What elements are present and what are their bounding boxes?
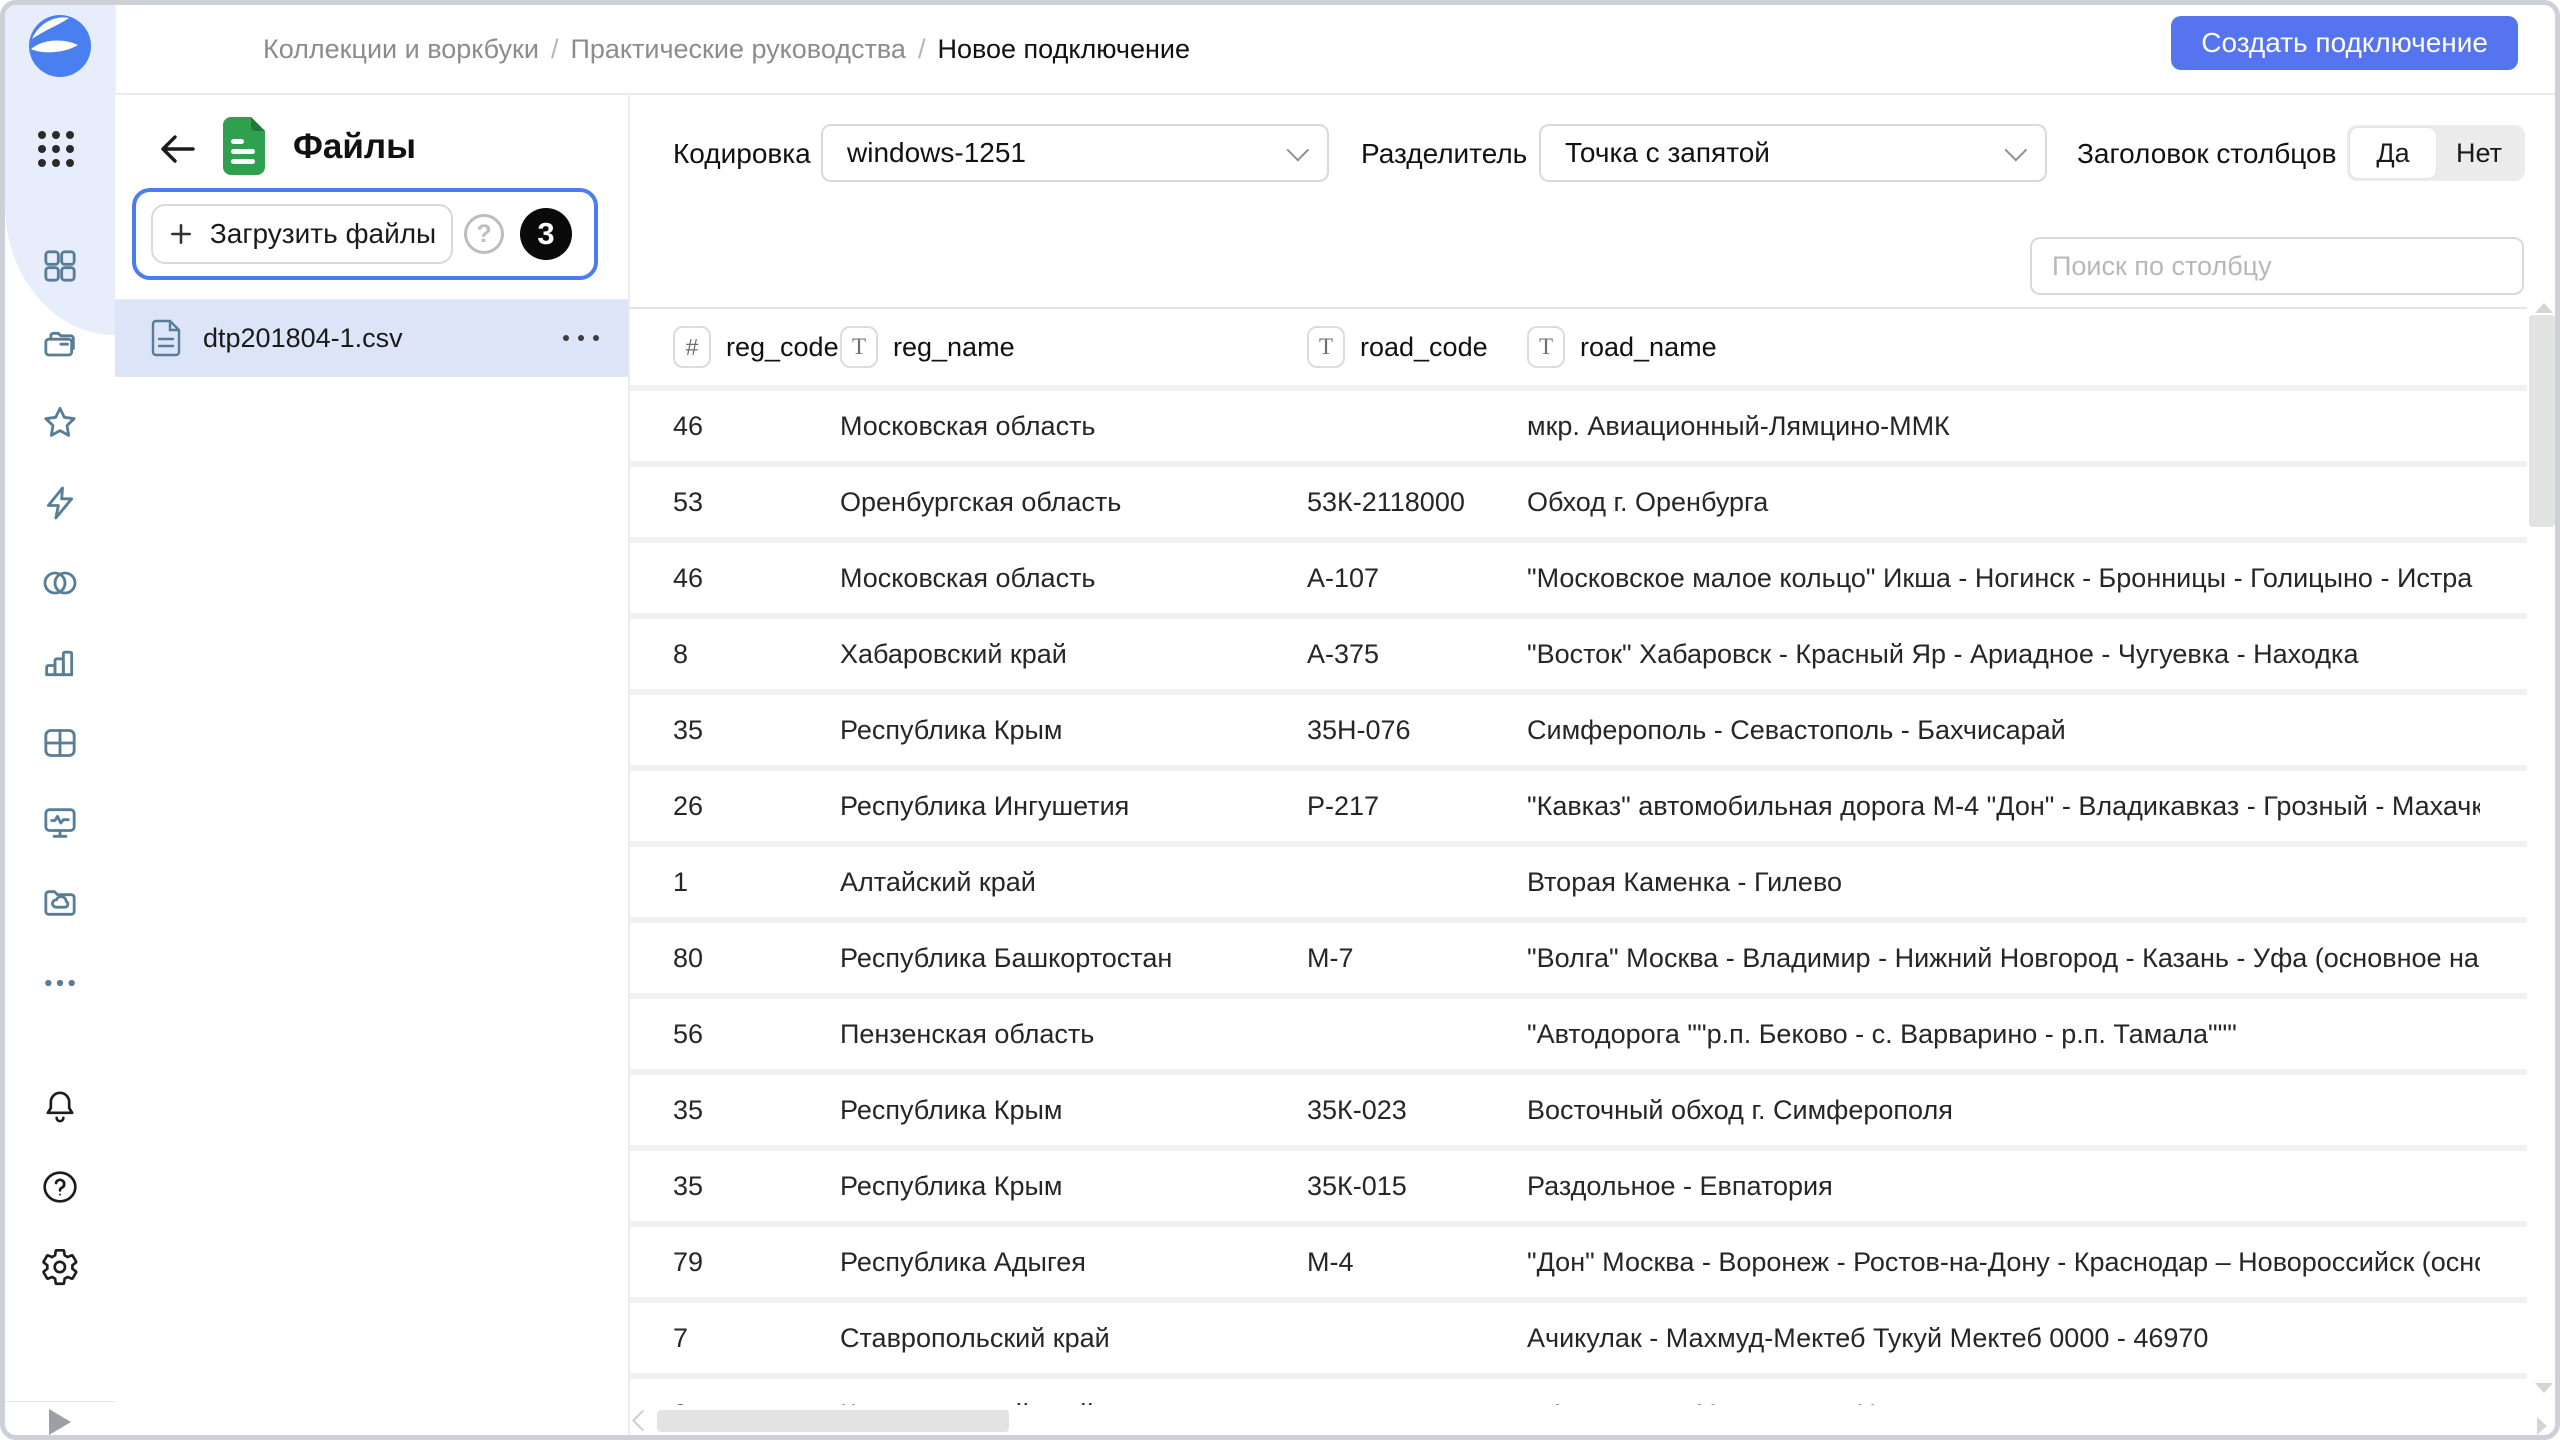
dashboards-icon[interactable] [40, 723, 80, 763]
breadcrumb-separator: / [551, 34, 559, 65]
workbooks-icon[interactable] [40, 246, 80, 286]
panel-title: Файлы [293, 127, 416, 167]
text-type-icon: Т [1527, 326, 1565, 368]
file-document-icon [151, 319, 181, 357]
upload-files-button[interactable]: Загрузить файлы [151, 204, 453, 264]
columns-header-label: Заголовок столбцов [2077, 138, 2336, 170]
text-type-icon: Т [1307, 326, 1345, 368]
back-arrow-icon[interactable] [155, 127, 199, 171]
create-connection-button[interactable]: Создать подключение [2171, 16, 2518, 70]
charts-icon[interactable] [40, 643, 80, 683]
favorites-icon[interactable] [40, 403, 80, 443]
column-header-road-name[interactable]: Т road_name [1527, 326, 2480, 368]
text-type-icon: Т [840, 326, 878, 368]
table-row[interactable]: 26 Республика Ингушетия Р-217 "Кавказ" а… [630, 765, 2557, 841]
datalens-logo-icon[interactable] [29, 15, 91, 77]
column-search-input[interactable] [2032, 239, 2522, 293]
vertical-scrollbar-thumb[interactable] [2529, 315, 2555, 527]
top-bar: Коллекции и воркбуки / Практические руко… [115, 5, 2555, 95]
encoding-value: windows-1251 [847, 137, 1026, 169]
left-rail [5, 5, 116, 1435]
column-header-reg-name[interactable]: Т reg_name [840, 326, 1307, 368]
monitoring-icon[interactable] [40, 803, 80, 843]
file-list-item-selected[interactable]: dtp201804-1.csv [115, 299, 628, 377]
table-row[interactable]: 7 Ставропольский край Ачикулак - Махмуд-… [630, 1297, 2557, 1373]
table-row[interactable]: 80 Республика Башкортостан М-7 "Волга" М… [630, 917, 2557, 993]
app-window: Коллекции и воркбуки / Практические руко… [0, 0, 2560, 1440]
file-actions-menu-icon[interactable] [553, 325, 609, 351]
header-toggle: Да Нет [2347, 125, 2525, 181]
table-header-row: # reg_code Т reg_name Т road_code Т road… [630, 307, 2557, 385]
csv-source-icon [219, 117, 269, 175]
upload-files-label: Загрузить файлы [210, 218, 436, 250]
more-icon[interactable] [40, 963, 80, 1003]
table-row[interactable]: 56 Пензенская область "Автодорога ""р.п.… [630, 993, 2557, 1069]
breadcrumb-guides[interactable]: Практические руководства [570, 34, 905, 65]
plus-icon [168, 221, 194, 247]
storage-icon[interactable] [40, 883, 80, 923]
connections-icon[interactable] [40, 483, 80, 523]
table-row[interactable]: 46 Московская область мкр. Авиационный-Л… [630, 385, 2557, 461]
notifications-bell-icon[interactable] [40, 1087, 80, 1127]
horizontal-scrollbar-thumb[interactable] [657, 1410, 1009, 1432]
scroll-down-icon[interactable] [2535, 1383, 2553, 1393]
breadcrumb: Коллекции и воркбуки / Практические руко… [263, 5, 1190, 93]
table-row[interactable]: 35 Республика Крым 35Н-076 Симферополь -… [630, 689, 2557, 765]
table-row[interactable]: 35 Республика Крым 35К-023 Восточный обх… [630, 1069, 2557, 1145]
breadcrumb-separator: / [918, 34, 926, 65]
toggle-option-no[interactable]: Нет [2436, 128, 2522, 178]
expand-sidebar-icon[interactable] [49, 1409, 71, 1435]
table-row[interactable]: 35 Республика Крым 35К-015 Раздольное - … [630, 1145, 2557, 1221]
files-panel [115, 95, 630, 1435]
number-type-icon: # [673, 326, 711, 368]
breadcrumb-collections[interactable]: Коллекции и воркбуки [263, 34, 539, 65]
scroll-right-icon[interactable] [2537, 1417, 2547, 1435]
delimiter-select[interactable]: Точка с запятой [1539, 124, 2047, 182]
column-header-reg-code[interactable]: # reg_code [630, 326, 840, 368]
toggle-option-yes[interactable]: Да [2350, 128, 2436, 178]
help-icon[interactable] [40, 1167, 80, 1207]
column-header-road-code[interactable]: Т road_code [1307, 326, 1527, 368]
table-body: 46 Московская область мкр. Авиационный-Л… [630, 385, 2557, 1440]
chevron-down-icon [1287, 139, 1310, 162]
column-search-box [2030, 237, 2524, 295]
table-row[interactable]: 46 Московская область А-107 "Московское … [630, 537, 2557, 613]
scroll-up-icon[interactable] [2535, 303, 2553, 313]
encoding-label: Кодировка [673, 138, 811, 170]
table-row[interactable]: 8 Хабаровский край А-375 "Восток" Хабаро… [630, 613, 2557, 689]
datasets-icon[interactable] [40, 563, 80, 603]
rail-divider [5, 1401, 115, 1402]
settings-gear-icon[interactable] [40, 1247, 80, 1287]
delimiter-label: Разделитель [1361, 138, 1527, 170]
chevron-down-icon [2005, 139, 2028, 162]
table-row[interactable]: 53 Оренбургская область 53К-2118000 Обхо… [630, 461, 2557, 537]
collections-icon[interactable] [40, 325, 80, 365]
tutorial-step-badge: 3 [520, 208, 572, 260]
delimiter-value: Точка с запятой [1565, 137, 1770, 169]
table-row[interactable]: 79 Республика Адыгея М-4 "Дон" Москва - … [630, 1221, 2557, 1297]
encoding-select[interactable]: windows-1251 [821, 124, 1329, 182]
breadcrumb-current: Новое подключение [937, 34, 1190, 65]
apps-grid-icon[interactable] [38, 131, 82, 175]
upload-help-icon[interactable]: ? [464, 214, 504, 254]
table-row[interactable]: 1 Алтайский край Вторая Каменка - Гилево [630, 841, 2557, 917]
file-name: dtp201804-1.csv [203, 323, 403, 354]
